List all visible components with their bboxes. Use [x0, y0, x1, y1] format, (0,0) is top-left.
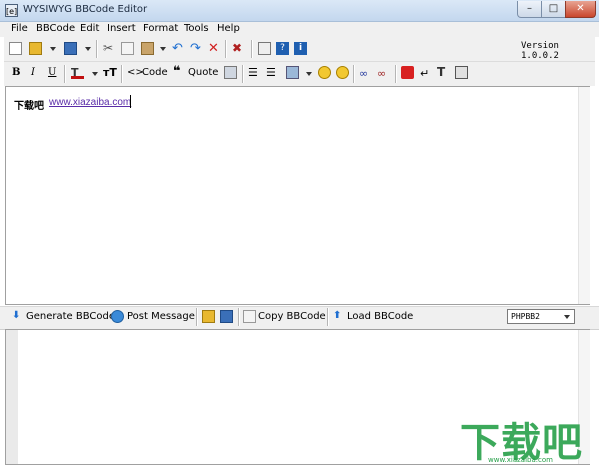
smiley-icon[interactable]	[318, 66, 331, 79]
menu-file[interactable]: File	[11, 23, 28, 34]
toolbar-separator	[225, 40, 227, 58]
menu-insert[interactable]: Insert	[107, 23, 136, 34]
help-icon[interactable]: ?	[276, 42, 289, 55]
editor-bold-text: 下载吧	[14, 101, 44, 112]
toolbar-separator	[327, 308, 329, 326]
load-bbcode-button[interactable]: Load BBCode	[347, 311, 413, 322]
copy-bbcode-button[interactable]: Copy BBCode	[258, 311, 326, 322]
new-document-icon[interactable]	[9, 42, 22, 55]
editor-link[interactable]: www.xiazaiba.com	[49, 97, 131, 108]
toolbar-separator	[96, 40, 98, 58]
wysiwyg-editor[interactable]	[5, 86, 590, 305]
text-caret	[130, 95, 131, 108]
open-bbcode-icon[interactable]	[202, 310, 215, 323]
load-arrow-icon[interactable]: ⬆	[333, 310, 341, 321]
numbered-list-icon[interactable]: ☰	[266, 66, 279, 79]
post-message-button[interactable]: Post Message	[127, 311, 195, 322]
open-folder-icon[interactable]	[29, 42, 42, 55]
post-message-icon[interactable]	[111, 310, 124, 323]
app-icon: [e]	[5, 4, 18, 17]
menu-tools[interactable]: Tools	[184, 23, 209, 34]
save-icon[interactable]	[64, 42, 77, 55]
menu-edit[interactable]: Edit	[80, 23, 99, 34]
toolbar-separator	[238, 308, 240, 326]
toolbar-separator	[242, 65, 244, 83]
toolbar-separator	[121, 65, 123, 83]
paste-dropdown-icon[interactable]	[160, 47, 166, 51]
youtube-icon[interactable]	[401, 66, 414, 79]
table-icon[interactable]	[455, 66, 468, 79]
code-button[interactable]: Code	[142, 67, 168, 78]
text-color-dropdown-icon[interactable]	[92, 72, 98, 76]
clear-format-icon[interactable]: T	[437, 66, 450, 79]
version-label: Version 1.0.0.2	[521, 41, 559, 61]
close-button[interactable]: ✕	[565, 1, 596, 18]
watermark-url: www.xiazaiba.com	[488, 456, 553, 464]
toolbar-separator	[64, 65, 66, 83]
delete-icon[interactable]: ✕	[208, 42, 221, 55]
image-dropdown-icon[interactable]	[306, 72, 312, 76]
line-gutter	[6, 330, 18, 464]
toolbar-separator	[196, 308, 198, 326]
link-icon[interactable]: ∞	[359, 67, 372, 80]
toolbar-separator	[395, 65, 397, 83]
emoticons-icon[interactable]	[336, 66, 349, 79]
bbcode-format-value: PHPBB2	[511, 312, 540, 321]
undo-icon[interactable]: ↶	[172, 42, 185, 55]
info-icon[interactable]: i	[294, 42, 307, 55]
generate-arrow-icon[interactable]: ⬇	[12, 310, 20, 321]
text-color-icon[interactable]: T	[71, 66, 84, 79]
cut-icon[interactable]: ✂	[103, 42, 116, 55]
open-dropdown-icon[interactable]	[50, 47, 56, 51]
preview-icon[interactable]	[258, 42, 271, 55]
save-dropdown-icon[interactable]	[85, 47, 91, 51]
tools-icon[interactable]: ✖	[232, 42, 245, 55]
menu-help[interactable]: Help	[217, 23, 240, 34]
quote-button[interactable]: Quote	[188, 67, 218, 78]
line-break-icon[interactable]: ↵	[420, 67, 433, 80]
menu-format[interactable]: Format	[143, 23, 178, 34]
editor-scrollbar[interactable]	[578, 87, 590, 304]
menu-bbcode[interactable]: BBCode	[36, 23, 75, 34]
italic-button[interactable]: I	[31, 67, 35, 78]
minimize-button[interactable]: –	[517, 1, 542, 18]
font-size-button[interactable]: тT	[103, 66, 117, 79]
generate-bbcode-button[interactable]: Generate BBCode	[26, 311, 115, 322]
underline-button[interactable]: U	[48, 67, 56, 78]
redo-icon[interactable]: ↷	[190, 42, 203, 55]
chevron-down-icon	[564, 315, 570, 319]
bullet-list-icon[interactable]: ☰	[248, 66, 261, 79]
quote-icon[interactable]: ❝	[173, 64, 181, 79]
copy-bbcode-icon[interactable]	[243, 310, 256, 323]
window-title: WYSIWYG BBCode Editor	[23, 4, 148, 15]
align-icon[interactable]	[224, 66, 237, 79]
paste-icon[interactable]	[141, 42, 154, 55]
image-icon[interactable]	[286, 66, 299, 79]
maximize-button[interactable]: □	[541, 1, 566, 18]
copy-icon[interactable]	[121, 42, 134, 55]
save-bbcode-icon[interactable]	[220, 310, 233, 323]
toolbar-separator	[353, 65, 355, 83]
bold-button[interactable]: B	[12, 67, 20, 78]
toolbar-separator	[251, 40, 253, 58]
unlink-icon[interactable]: ∞	[377, 67, 390, 80]
bbcode-format-select[interactable]: PHPBB2	[507, 309, 575, 324]
